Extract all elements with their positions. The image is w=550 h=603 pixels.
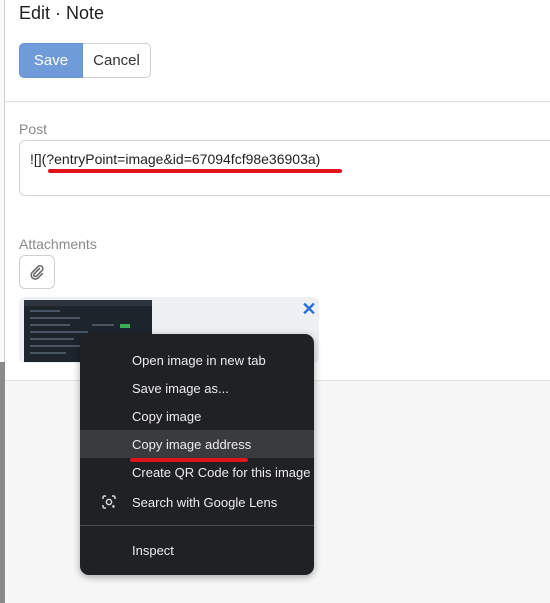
- paperclip-icon: [30, 264, 44, 280]
- menu-item-search-google-lens[interactable]: Search with Google Lens: [80, 488, 314, 516]
- menu-item-copy-image-address[interactable]: Copy image address: [80, 430, 314, 458]
- menu-item-inspect[interactable]: Inspect: [80, 536, 314, 564]
- edit-note-panel: Edit · Note Save Cancel Post ![](?entryP…: [5, 0, 550, 603]
- menu-item-label: Search with Google Lens: [132, 494, 278, 510]
- post-text-value: ![](?entryPoint=image&id=67094fcf98e3690…: [30, 151, 321, 167]
- save-button[interactable]: Save: [19, 43, 83, 78]
- red-annotation-underline: [48, 169, 342, 173]
- menu-item-save-image-as[interactable]: Save image as...: [80, 374, 314, 402]
- header-section: Edit · Note Save Cancel: [5, 0, 550, 102]
- post-textarea[interactable]: ![](?entryPoint=image&id=67094fcf98e3690…: [19, 140, 550, 196]
- post-label: Post: [19, 121, 48, 137]
- attachments-label: Attachments: [19, 236, 97, 252]
- menu-item-create-qr-code[interactable]: Create QR Code for this image: [80, 458, 314, 486]
- context-menu: Open image in new tab Save image as... C…: [80, 334, 314, 575]
- remove-attachment-icon[interactable]: ✕: [301, 300, 317, 318]
- menu-separator: [80, 525, 314, 526]
- red-annotation-underline: [130, 458, 248, 462]
- cancel-button[interactable]: Cancel: [83, 43, 151, 78]
- page-title: Edit · Note: [19, 3, 105, 23]
- google-lens-icon: [102, 495, 116, 509]
- menu-item-copy-image[interactable]: Copy image: [80, 402, 314, 430]
- attach-file-button[interactable]: [19, 255, 55, 289]
- menu-item-open-image-new-tab[interactable]: Open image in new tab: [80, 346, 314, 374]
